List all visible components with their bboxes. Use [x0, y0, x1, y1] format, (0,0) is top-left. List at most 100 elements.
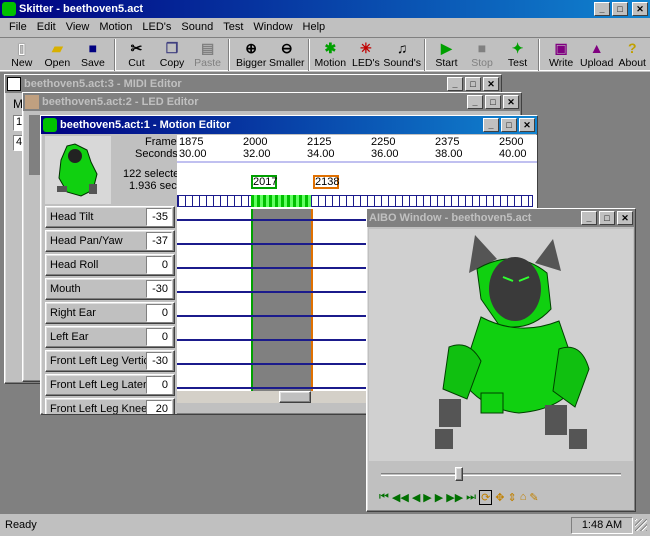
slider-thumb[interactable]: [455, 467, 463, 481]
aibo-window[interactable]: AIBO Window - beethoven5.act _ □ ✕ ⏮ ◀◀ …: [366, 208, 636, 512]
copy-icon: ❐: [165, 39, 179, 56]
start-button[interactable]: ▶ Start: [429, 38, 465, 72]
zoom-out-icon: ⊖: [280, 39, 293, 56]
next-frame-icon[interactable]: ▶: [435, 491, 443, 504]
smaller-button[interactable]: ⊖ Smaller: [269, 38, 305, 72]
minimize-button[interactable]: _: [483, 118, 499, 132]
motion-button[interactable]: ✱ Motion: [313, 38, 349, 72]
pan-icon[interactable]: ✥: [495, 491, 504, 504]
write-icon: ▣: [554, 39, 568, 56]
menu-motion[interactable]: Motion: [94, 21, 137, 33]
joint-row[interactable]: Front Left Leg Knee 20: [45, 398, 175, 414]
motion-editor-titlebar[interactable]: beethoven5.act:1 - Motion Editor _ □ ✕: [41, 116, 537, 134]
resize-grip-icon[interactable]: [635, 519, 647, 531]
prev-key-icon[interactable]: ◀◀: [392, 491, 409, 504]
joint-value[interactable]: 0: [146, 304, 172, 322]
aibo-window-titlebar[interactable]: AIBO Window - beethoven5.act _ □ ✕: [367, 209, 635, 227]
close-button[interactable]: ✕: [483, 77, 499, 91]
menu-bar: File Edit View Motion LED's Sound Test W…: [0, 18, 650, 36]
joint-value[interactable]: -30: [146, 352, 172, 370]
aibo-3d-view[interactable]: [369, 229, 633, 461]
save-button[interactable]: ■ Save: [75, 38, 111, 72]
joint-row[interactable]: Head Roll 0: [45, 254, 175, 276]
last-frame-icon[interactable]: ⏭: [466, 491, 476, 504]
joint-value[interactable]: 0: [146, 376, 172, 394]
keyframe-strip[interactable]: [177, 195, 533, 207]
joint-value[interactable]: -35: [146, 208, 172, 226]
joint-value[interactable]: -37: [146, 232, 172, 250]
clock: 1:48 AM: [571, 516, 633, 534]
prev-frame-icon[interactable]: ◀: [412, 491, 420, 504]
open-button[interactable]: ▰ Open: [40, 38, 76, 72]
close-button[interactable]: ✕: [632, 2, 648, 16]
joint-value[interactable]: 0: [146, 256, 172, 274]
play-icon: ▶: [441, 39, 452, 56]
menu-help[interactable]: Help: [298, 21, 331, 33]
app-icon: [2, 2, 16, 16]
close-button[interactable]: ✕: [503, 95, 519, 109]
led-editor-titlebar[interactable]: beethoven5.act:2 - LED Editor _ □ ✕: [23, 93, 521, 111]
joint-row[interactable]: Front Left Leg Vertical -30: [45, 350, 175, 372]
menu-file[interactable]: File: [4, 21, 32, 33]
menu-test[interactable]: Test: [218, 21, 248, 33]
zoom-icon[interactable]: ⇕: [508, 491, 517, 504]
joint-row[interactable]: Left Ear 0: [45, 326, 175, 348]
led-icon: [25, 95, 39, 109]
close-button[interactable]: ✕: [617, 211, 633, 225]
selection-start-marker[interactable]: 2017: [251, 175, 277, 189]
app-titlebar[interactable]: Skitter - beethoven5.act _ □ ✕: [0, 0, 650, 18]
joint-row[interactable]: Mouth -30: [45, 278, 175, 300]
joint-row[interactable]: Front Left Leg Lateral 0: [45, 374, 175, 396]
stop-button[interactable]: ■ Stop: [464, 38, 500, 72]
cut-button[interactable]: ✂ Cut: [119, 38, 155, 72]
menu-view[interactable]: View: [61, 21, 95, 33]
upload-button[interactable]: ▲ Upload: [579, 38, 615, 72]
joint-value[interactable]: 0: [146, 328, 172, 346]
selection-end-marker[interactable]: 2138: [313, 175, 339, 189]
playback-controls: ⏮ ◀◀ ◀ ▶ ▶ ▶▶ ⏭ ⟳ ✥ ⇕ ⌂ ✎: [379, 487, 629, 507]
toolbar-separator: [423, 39, 426, 71]
joint-row[interactable]: Head Tilt -35: [45, 206, 175, 228]
home-icon[interactable]: ⌂: [520, 491, 527, 503]
about-button[interactable]: ? About: [614, 38, 650, 72]
test-button[interactable]: ✦ Test: [500, 38, 536, 72]
app-title: Skitter - beethoven5.act: [19, 3, 144, 15]
joint-row[interactable]: Right Ear 0: [45, 302, 175, 324]
maximize-button[interactable]: □: [612, 2, 628, 16]
playback-slider[interactable]: [381, 467, 621, 481]
pencil-icon[interactable]: ✎: [529, 491, 538, 504]
minimize-button[interactable]: _: [467, 95, 483, 109]
menu-sound[interactable]: Sound: [176, 21, 218, 33]
maximize-button[interactable]: □: [465, 77, 481, 91]
close-button[interactable]: ✕: [519, 118, 535, 132]
save-disk-icon: ■: [88, 40, 98, 56]
scroll-thumb[interactable]: [279, 391, 311, 403]
rotate-icon[interactable]: ⟳: [479, 489, 493, 505]
midi-editor-titlebar[interactable]: beethoven5.act:3 - MIDI Editor _ □ ✕: [5, 75, 501, 93]
maximize-button[interactable]: □: [599, 211, 615, 225]
play-icon[interactable]: ▶: [423, 491, 431, 504]
frame-tick: 1875: [179, 136, 204, 148]
new-button[interactable]: ▯ New: [4, 38, 40, 72]
menu-edit[interactable]: Edit: [32, 21, 61, 33]
bigger-button[interactable]: ⊕ Bigger: [233, 38, 269, 72]
next-key-icon[interactable]: ▶▶: [446, 491, 463, 504]
maximize-button[interactable]: □: [485, 95, 501, 109]
first-frame-icon[interactable]: ⏮: [379, 491, 389, 504]
joint-row[interactable]: Head Pan/Yaw -37: [45, 230, 175, 252]
minimize-button[interactable]: _: [447, 77, 463, 91]
open-folder-icon: ▰: [51, 39, 63, 56]
menu-leds[interactable]: LED's: [137, 21, 176, 33]
minimize-button[interactable]: _: [581, 211, 597, 225]
copy-button[interactable]: ❐ Copy: [154, 38, 190, 72]
minimize-button[interactable]: _: [594, 2, 610, 16]
paste-button[interactable]: ▤ Paste: [190, 38, 226, 72]
toolbar-separator: [307, 39, 310, 71]
menu-window[interactable]: Window: [248, 21, 297, 33]
joint-value[interactable]: 20: [146, 400, 172, 414]
maximize-button[interactable]: □: [501, 118, 517, 132]
joint-value[interactable]: -30: [146, 280, 172, 298]
sounds-button[interactable]: ♫ Sound's: [383, 38, 421, 72]
write-button[interactable]: ▣ Write: [543, 38, 579, 72]
leds-button[interactable]: ✳ LED's: [348, 38, 384, 72]
